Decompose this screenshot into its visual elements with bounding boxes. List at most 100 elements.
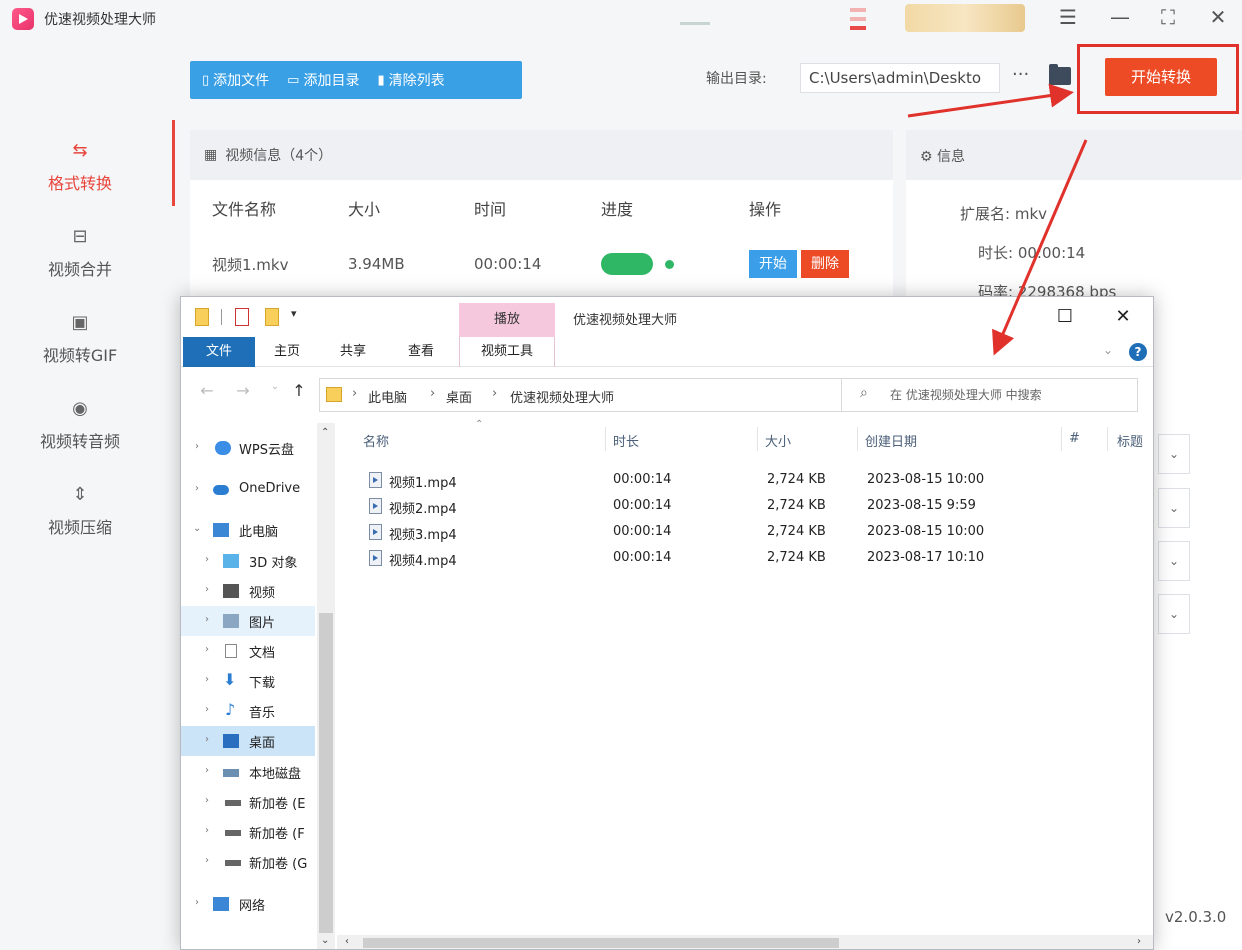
chevron-right-icon[interactable]: ›	[205, 765, 209, 776]
table-row[interactable]: 视频1.mkv 3.94MB 00:00:14 开始 删除	[190, 236, 893, 292]
nav-item-drive-e[interactable]: › 新加卷 (E	[181, 787, 315, 817]
tab-video-tools[interactable]: 视频工具	[459, 337, 555, 367]
clear-list-button[interactable]: ▮ 清除列表	[377, 70, 444, 90]
chevron-right-icon[interactable]: ›	[205, 584, 209, 595]
dropdown-toggle[interactable]: ⌄	[1158, 594, 1190, 634]
scroll-down-icon[interactable]: ⌄	[321, 935, 329, 946]
file-size: 2,724 KB	[767, 472, 826, 487]
nav-item-pictures[interactable]: › 图片	[181, 606, 315, 636]
chevron-right-icon[interactable]: ›	[205, 554, 209, 565]
dropdown-toggle[interactable]: ⌄	[1158, 488, 1190, 528]
tab-home[interactable]: 主页	[259, 337, 315, 367]
chevron-right-icon[interactable]: ›	[205, 704, 209, 715]
breadcrumb[interactable]: 桌面	[446, 387, 472, 406]
minimize-button[interactable]: —	[1104, 4, 1136, 30]
nav-scrollbar[interactable]: ⌃ ⌄	[317, 423, 335, 949]
tab-file[interactable]: 文件	[183, 337, 255, 367]
menu-icon[interactable]: ☰	[1052, 4, 1084, 30]
nav-item-music[interactable]: › ♪ 音乐	[181, 696, 315, 726]
column-divider[interactable]	[605, 427, 606, 451]
sidebar-item-format-convert[interactable]: ⇆ 格式转换	[0, 120, 160, 206]
column-divider[interactable]	[1061, 427, 1062, 451]
scrollbar-thumb[interactable]	[319, 613, 333, 933]
add-directory-button[interactable]: ▭ 添加目录	[287, 70, 359, 90]
scroll-right-icon[interactable]: ›	[1137, 936, 1141, 947]
file-row[interactable]: 视频1.mp4 00:00:14 2,724 KB 2023-08-15 10:…	[361, 467, 1001, 493]
breadcrumb[interactable]: 此电脑	[368, 387, 407, 406]
properties-icon[interactable]	[235, 308, 249, 326]
nav-item-videos[interactable]: › 视频	[181, 576, 315, 606]
help-icon[interactable]: ?	[1129, 343, 1147, 361]
explorer-close-button[interactable]: ✕	[1103, 303, 1143, 331]
sidebar-item-video-merge[interactable]: ⊟ 视频合并	[0, 206, 160, 292]
nav-item-this-pc[interactable]: ⌄ 此电脑	[181, 515, 315, 545]
sidebar-item-video-gif[interactable]: ▣ 视频转GIF	[0, 292, 160, 378]
dropdown-toggle[interactable]: ⌄	[1158, 434, 1190, 474]
nav-item-local-disk[interactable]: › 本地磁盘	[181, 757, 315, 787]
column-divider[interactable]	[1107, 427, 1108, 451]
nav-item-network[interactable]: › 网络	[181, 889, 315, 919]
chevron-right-icon[interactable]: ›	[195, 441, 199, 452]
nav-item-drive-g[interactable]: › 新加卷 (G	[181, 847, 315, 877]
chevron-right-icon[interactable]: ›	[205, 734, 209, 745]
column-header-number[interactable]: #	[1069, 431, 1080, 446]
up-button[interactable]: ↑	[289, 381, 309, 403]
sidebar-item-video-compress[interactable]: ⇕ 视频压缩	[0, 464, 160, 550]
file-row[interactable]: 视频3.mp4 00:00:14 2,724 KB 2023-08-15 10:…	[361, 519, 1001, 545]
chevron-right-icon[interactable]: ›	[205, 644, 209, 655]
tab-view[interactable]: 查看	[393, 337, 449, 367]
column-header-size[interactable]: 大小	[765, 431, 791, 450]
scroll-up-icon[interactable]: ⌃	[321, 427, 329, 438]
scroll-left-icon[interactable]: ‹	[345, 936, 349, 947]
new-folder-icon[interactable]	[265, 308, 279, 326]
nav-item-documents[interactable]: › 文档	[181, 636, 315, 666]
nav-item-wps-cloud[interactable]: › WPS云盘	[181, 433, 315, 463]
nav-item-downloads[interactable]: › ⬇ 下载	[181, 666, 315, 696]
tab-share[interactable]: 共享	[325, 337, 381, 367]
open-folder-icon[interactable]	[1049, 64, 1071, 85]
output-dir-field[interactable]: C:\Users\admin\Deskto	[800, 63, 1000, 93]
breadcrumb[interactable]: 优速视频处理大师	[510, 387, 614, 406]
chevron-right-icon[interactable]: ›	[195, 483, 199, 494]
column-header-duration[interactable]: 时长	[613, 431, 639, 450]
horizontal-scrollbar[interactable]: ‹ ›	[337, 935, 1153, 949]
column-header-title[interactable]: 标题	[1117, 431, 1143, 450]
file-row[interactable]: 视频4.mp4 00:00:14 2,724 KB 2023-08-17 10:…	[361, 545, 1001, 571]
nav-item-drive-f[interactable]: › 新加卷 (F	[181, 817, 315, 847]
column-divider[interactable]	[857, 427, 858, 451]
close-button[interactable]: ✕	[1202, 4, 1234, 30]
chevron-right-icon[interactable]: ›	[205, 825, 209, 836]
row-delete-button[interactable]: 删除	[801, 250, 849, 278]
nav-item-onedrive[interactable]: › OneDrive	[181, 475, 315, 505]
search-input[interactable]	[890, 379, 1130, 411]
expand-ribbon-icon[interactable]: ⌄	[1103, 343, 1113, 357]
sidebar-item-video-audio[interactable]: ◉ 视频转音频	[0, 378, 160, 464]
chevron-right-icon[interactable]: ›	[205, 674, 209, 685]
chevron-right-icon[interactable]: ›	[205, 614, 209, 625]
row-start-button[interactable]: 开始	[749, 250, 797, 278]
recent-locations-icon[interactable]: ⌄	[265, 381, 285, 403]
maximize-button[interactable]: ⛶	[1152, 4, 1184, 30]
start-convert-button[interactable]: 开始转换	[1105, 58, 1217, 96]
column-header-name[interactable]: 名称	[363, 431, 389, 450]
column-header-created[interactable]: 创建日期	[865, 431, 917, 450]
video-file-icon	[369, 472, 382, 488]
nav-label: 网络	[239, 899, 266, 914]
customize-quick-access-icon[interactable]: ▾	[291, 307, 297, 320]
back-button[interactable]: ←	[197, 381, 217, 403]
chevron-right-icon[interactable]: ›	[205, 795, 209, 806]
file-row[interactable]: 视频2.mp4 00:00:14 2,724 KB 2023-08-15 9:5…	[361, 493, 1001, 519]
explorer-maximize-button[interactable]: ☐	[1045, 303, 1085, 331]
nav-item-desktop[interactable]: › 桌面	[181, 726, 315, 756]
dropdown-toggle[interactable]: ⌄	[1158, 541, 1190, 581]
nav-item-3d-objects[interactable]: › 3D 对象	[181, 546, 315, 576]
more-options-button[interactable]: ···	[1012, 64, 1029, 85]
chevron-down-icon[interactable]: ⌄	[193, 523, 201, 534]
chevron-right-icon[interactable]: ›	[195, 897, 199, 908]
column-divider[interactable]	[757, 427, 758, 451]
titlebar-banner[interactable]	[905, 4, 1025, 32]
scrollbar-thumb[interactable]	[363, 938, 839, 948]
add-file-button[interactable]: ▯ 添加文件	[202, 70, 269, 90]
chevron-right-icon[interactable]: ›	[205, 855, 209, 866]
forward-button[interactable]: →	[233, 381, 253, 403]
